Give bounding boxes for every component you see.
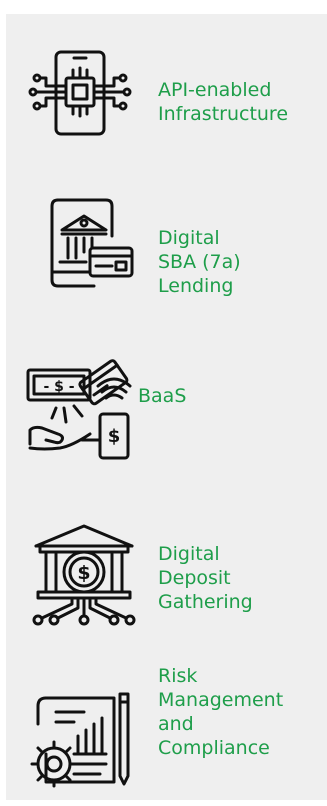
payment-transfer-icon: - $ - $ (24, 352, 136, 462)
feature-item-api: API-enabled Infrastructure (6, 34, 327, 144)
feature-label: Digital SBA (7a) Lending (158, 227, 241, 297)
feature-label: Digital Deposit Gathering (158, 543, 253, 613)
feature-item-risk-compliance: Risk Management and Compliance (6, 664, 327, 800)
svg-text:$: $ (108, 426, 121, 447)
feature-label: API-enabled Infrastructure (158, 79, 289, 125)
chip-circuit-icon (28, 48, 138, 138)
feature-item-deposit-gathering: $ Digital Deposit Gathering (6, 514, 327, 634)
feature-item-baas: - $ - $ BaaS (6, 344, 327, 464)
bank-card-phone-icon (28, 196, 138, 291)
feature-label: BaaS (138, 385, 187, 407)
report-gear-chart-icon (24, 684, 136, 794)
feature-panel: API-enabled Infrastructure Digital SBA (… (6, 14, 327, 800)
svg-text:- $ -: - $ - (43, 379, 74, 395)
feature-item-sba-lending: Digital SBA (7a) Lending (6, 184, 327, 304)
bank-coin-circuit-icon: $ (28, 522, 140, 632)
feature-label: Risk Management and Compliance (158, 665, 284, 759)
svg-text:$: $ (77, 562, 90, 584)
